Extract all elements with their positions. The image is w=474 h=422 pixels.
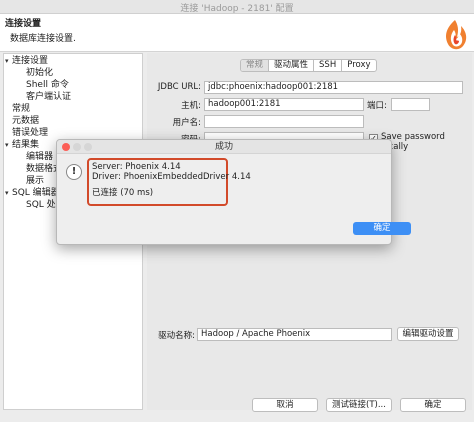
tab-proxy[interactable]: Proxy — [342, 60, 375, 71]
sidebar-item-label: Shell 命令 — [26, 80, 69, 90]
host-label: 主机: — [181, 101, 201, 111]
tab-driver-properties[interactable]: 驱动属性 — [269, 60, 315, 71]
cancel-button[interactable]: 取消 — [252, 398, 318, 412]
tree-expand-icon[interactable]: ▾ — [5, 139, 12, 151]
tree-expand-icon[interactable]: ▾ — [5, 187, 12, 199]
settings-tabs: 常规 驱动属性 SSH Proxy — [240, 59, 377, 72]
page-title: 连接设置 — [5, 19, 42, 29]
close-window-icon[interactable] — [62, 143, 70, 151]
sidebar-item-label: 结果集 — [12, 140, 40, 150]
minimize-window-icon — [73, 143, 81, 151]
tab-general[interactable]: 常规 — [241, 60, 270, 71]
sidebar-item[interactable]: ▾ 连接设置 — [4, 55, 142, 67]
jdbc-url-field[interactable]: jdbc:phoenix:hadoop001:2181 — [204, 81, 463, 94]
test-connection-button[interactable]: 测试链接(T)... — [326, 398, 392, 412]
port-label: 端口: — [367, 101, 387, 111]
sidebar-item-label: 错误处理 — [12, 128, 49, 138]
username-field[interactable] — [204, 115, 364, 128]
sidebar-item-label: 展示 — [26, 176, 45, 186]
page-subtitle: 数据库连接设置. — [10, 34, 76, 44]
tree-expand-icon[interactable]: ▾ — [5, 55, 12, 67]
sidebar-item-label: 常规 — [12, 104, 31, 114]
ok-button[interactable]: 确定 — [400, 398, 466, 412]
sidebar-item-label: 连接设置 — [12, 56, 49, 66]
dialog-title: 成功 — [57, 140, 391, 154]
sidebar-item[interactable]: 错误处理 — [4, 127, 142, 139]
sidebar-item[interactable]: Shell 命令 — [4, 79, 142, 91]
sidebar-item[interactable]: 元数据 — [4, 115, 142, 127]
dbeaver-logo-icon — [446, 20, 467, 50]
window-title: 连接 'Hadoop - 2181' 配置 — [180, 4, 294, 14]
driver-name-label: 驱动名称: — [158, 331, 195, 341]
driver-version-text: Driver: PhoenixEmbeddedDriver 4.14 — [92, 172, 251, 182]
edit-driver-settings-button[interactable]: 编辑驱动设置 — [397, 327, 459, 341]
window-titlebar: 连接 'Hadoop - 2181' 配置 — [0, 0, 474, 14]
zoom-window-icon — [84, 143, 92, 151]
save-password-label: Save password locally — [381, 132, 445, 152]
driver-name-field: Hadoop / Apache Phoenix — [197, 328, 392, 341]
sidebar-item-label: 初始化 — [26, 68, 54, 78]
sidebar-item-label: 元数据 — [12, 116, 40, 126]
alert-icon: ! — [66, 164, 82, 180]
connection-result-message: Server: Phoenix 4.14 Driver: PhoenixEmbe… — [87, 158, 251, 206]
jdbc-url-label: JDBC URL: — [157, 82, 201, 92]
sidebar-item[interactable]: 客户端认证 — [4, 91, 142, 103]
page-header: 连接设置 数据库连接设置. — [0, 14, 474, 52]
tab-ssh[interactable]: SSH — [314, 60, 343, 71]
sidebar-item-label: 编辑器 — [26, 152, 54, 162]
success-dialog: 成功 ! Server: Phoenix 4.14 Driver: Phoeni… — [56, 139, 411, 245]
host-field[interactable]: hadoop001:2181 — [204, 98, 364, 111]
sidebar-item-label: 客户端认证 — [26, 92, 72, 102]
sidebar-item[interactable]: 常规 — [4, 103, 142, 115]
sidebar-item[interactable]: 初始化 — [4, 67, 142, 79]
server-version-text: Server: Phoenix 4.14 — [92, 162, 181, 172]
connected-time-text: 已连接 (70 ms) — [92, 188, 154, 198]
sidebar-item-label: SQL 编辑器 — [12, 188, 60, 198]
dialog-ok-button[interactable]: 确定 — [353, 222, 411, 235]
username-label: 用户名: — [172, 118, 201, 128]
port-field[interactable] — [391, 98, 430, 111]
